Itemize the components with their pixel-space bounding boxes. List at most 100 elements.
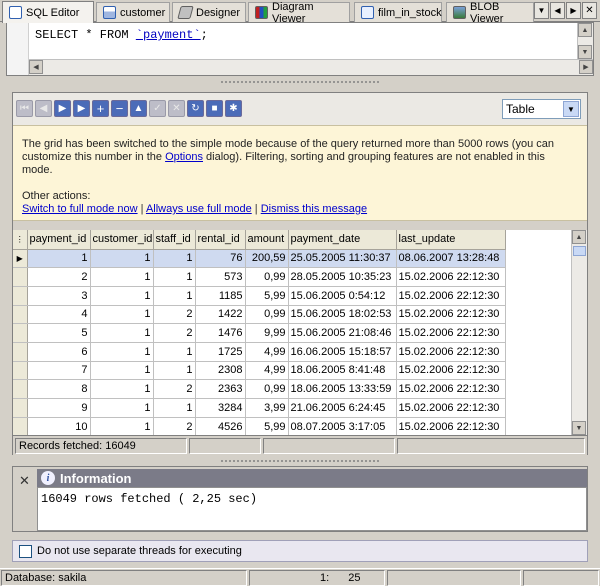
table-cell[interactable]: 4,99 bbox=[245, 361, 289, 381]
table-cell[interactable]: 5,99 bbox=[245, 417, 289, 435]
table-cell[interactable]: 1 bbox=[90, 379, 154, 399]
table-cell[interactable]: 8 bbox=[27, 379, 91, 399]
table-cell[interactable]: 0,99 bbox=[245, 305, 289, 325]
table-cell[interactable]: 15.06.2005 0:54:12 bbox=[288, 286, 397, 306]
table-cell[interactable]: 4526 bbox=[195, 417, 246, 435]
prior-page-icon[interactable]: ◀ bbox=[35, 100, 52, 117]
post-edit-icon[interactable]: ✓ bbox=[149, 100, 166, 117]
table-cell[interactable]: 21.06.2005 6:24:45 bbox=[288, 398, 397, 418]
table-cell[interactable]: 18.06.2005 13:33:59 bbox=[288, 379, 397, 399]
column-header[interactable]: amount bbox=[245, 230, 289, 250]
table-cell[interactable]: 1 bbox=[90, 267, 154, 287]
table-cell[interactable]: 1 bbox=[153, 286, 196, 306]
table-cell[interactable]: 1 bbox=[90, 417, 154, 435]
row-indicator-header[interactable]: ⋮ bbox=[13, 230, 28, 250]
tab-blob-viewer[interactable]: BLOB Viewer bbox=[446, 1, 534, 25]
table-row[interactable]: 10 1 2 4526 5,99 08.07.2005 3:17:05 15.02.2006… bbox=[13, 417, 506, 435]
next-record-icon[interactable]: ▶ bbox=[54, 100, 71, 117]
table-cell[interactable]: 4,99 bbox=[245, 342, 289, 362]
table-cell[interactable]: 15.02.2006 22:12:30 bbox=[396, 286, 506, 306]
table-cell[interactable]: 10 bbox=[27, 417, 91, 435]
tab-film-in-stock[interactable]: film_in_stock bbox=[354, 2, 442, 22]
table-row[interactable]: 7 1 1 2308 4,99 18.06.2005 8:41:48 15.02.2006 … bbox=[13, 361, 506, 381]
column-header[interactable]: payment_id bbox=[27, 230, 91, 250]
editor-splitter[interactable] bbox=[220, 80, 380, 84]
scroll-thumb[interactable] bbox=[573, 246, 586, 256]
sql-table-link[interactable]: `payment` bbox=[136, 28, 201, 42]
scroll-down-icon[interactable]: ▼ bbox=[572, 421, 586, 435]
table-cell[interactable]: 15.06.2005 18:02:53 bbox=[288, 305, 397, 325]
table-cell[interactable]: 15.06.2005 21:08:46 bbox=[288, 323, 397, 343]
separate-threads-checkbox[interactable] bbox=[19, 544, 32, 558]
separate-threads-label[interactable]: Do not use separate threads for executin… bbox=[37, 545, 242, 557]
table-cell[interactable]: 2 bbox=[153, 379, 196, 399]
table-cell[interactable]: 1422 bbox=[195, 305, 246, 325]
table-row[interactable]: 2 1 1 573 0,99 28.05.2005 10:35:23 15.02.2006 … bbox=[13, 267, 506, 287]
table-cell[interactable]: 1 bbox=[90, 342, 154, 362]
tab-sql-editor[interactable]: SQL Editor bbox=[2, 1, 94, 23]
table-cell[interactable]: 573 bbox=[195, 267, 246, 287]
close-tab-button[interactable]: ✕ bbox=[582, 2, 597, 19]
table-row[interactable]: 9 1 1 3284 3,99 21.06.2005 6:24:45 15.02.2006 … bbox=[13, 398, 506, 418]
next-page-icon[interactable]: ▶ bbox=[73, 100, 90, 117]
table-cell[interactable]: 1476 bbox=[195, 323, 246, 343]
table-cell[interactable]: 15.02.2006 22:12:30 bbox=[396, 305, 506, 325]
sql-editor[interactable]: SELECT * FROM `payment`; ▲ ▼ ◀ ▶ bbox=[6, 22, 594, 76]
column-header[interactable]: rental_id bbox=[195, 230, 246, 250]
grid-vertical-scrollbar[interactable]: ▲ ▼ bbox=[571, 230, 587, 435]
table-cell[interactable]: 0,99 bbox=[245, 267, 289, 287]
table-cell[interactable]: 3 bbox=[27, 286, 91, 306]
table-cell[interactable]: 15.02.2006 22:12:30 bbox=[396, 361, 506, 381]
table-cell[interactable]: 1 bbox=[90, 398, 154, 418]
table-cell[interactable]: 25.05.2005 11:30:37 bbox=[288, 249, 397, 269]
table-cell[interactable]: 9,99 bbox=[245, 323, 289, 343]
table-cell[interactable]: 1 bbox=[27, 249, 91, 269]
table-cell[interactable]: 1 bbox=[153, 398, 196, 418]
scroll-up-icon[interactable]: ▲ bbox=[578, 23, 592, 37]
table-row[interactable]: 3 1 1 1185 5,99 15.06.2005 0:54:12 15.02.2006 … bbox=[13, 286, 506, 306]
table-row[interactable]: 6 1 1 1725 4,99 16.06.2005 15:18:57 15.02.2006… bbox=[13, 342, 506, 362]
data-grid[interactable]: ⋮ payment_id customer_id staff_id rental… bbox=[13, 230, 587, 435]
results-splitter[interactable] bbox=[220, 459, 380, 463]
row-indicator[interactable] bbox=[13, 305, 28, 325]
table-cell[interactable]: 3284 bbox=[195, 398, 246, 418]
table-cell[interactable]: 3,99 bbox=[245, 398, 289, 418]
table-cell[interactable]: 1185 bbox=[195, 286, 246, 306]
table-cell[interactable]: 7 bbox=[27, 361, 91, 381]
table-cell[interactable]: 5,99 bbox=[245, 286, 289, 306]
table-cell[interactable]: 08.07.2005 3:17:05 bbox=[288, 417, 397, 435]
table-cell[interactable]: 15.02.2006 22:12:30 bbox=[396, 267, 506, 287]
table-cell[interactable]: 1 bbox=[153, 342, 196, 362]
cancel-edit-icon[interactable]: ✕ bbox=[168, 100, 185, 117]
table-cell[interactable]: 28.05.2005 10:35:23 bbox=[288, 267, 397, 287]
scroll-up-icon[interactable]: ▲ bbox=[572, 230, 586, 244]
table-cell[interactable]: 1 bbox=[90, 249, 154, 269]
table-cell[interactable]: 1 bbox=[90, 286, 154, 306]
table-row[interactable]: 4 1 2 1422 0,99 15.06.2005 18:02:53 15.02.2006… bbox=[13, 305, 506, 325]
table-cell[interactable]: 4 bbox=[27, 305, 91, 325]
chevron-down-icon[interactable]: ▼ bbox=[563, 101, 579, 117]
table-cell[interactable]: 0,99 bbox=[245, 379, 289, 399]
save-icon[interactable]: ■ bbox=[206, 100, 223, 117]
table-cell[interactable]: 200,59 bbox=[245, 249, 289, 269]
row-indicator[interactable] bbox=[13, 286, 28, 306]
refresh-icon[interactable]: ↻ bbox=[187, 100, 204, 117]
column-header[interactable]: customer_id bbox=[90, 230, 154, 250]
tab-dropdown-button[interactable]: ▼ bbox=[534, 2, 549, 19]
options-link[interactable]: Options bbox=[165, 151, 203, 163]
delete-record-icon[interactable]: − bbox=[111, 100, 128, 117]
row-indicator[interactable] bbox=[13, 267, 28, 287]
table-cell[interactable]: 15.02.2006 22:12:30 bbox=[396, 417, 506, 435]
row-indicator[interactable] bbox=[13, 323, 28, 343]
table-cell[interactable]: 2308 bbox=[195, 361, 246, 381]
scroll-right-icon[interactable]: ▶ bbox=[579, 60, 593, 74]
table-cell[interactable]: 1 bbox=[153, 361, 196, 381]
sql-text[interactable]: SELECT * FROM `payment`; bbox=[35, 28, 208, 42]
first-record-icon[interactable]: ⏮ bbox=[16, 100, 33, 117]
row-indicator[interactable] bbox=[13, 342, 28, 362]
table-cell[interactable]: 18.06.2005 8:41:48 bbox=[288, 361, 397, 381]
table-cell[interactable]: 1 bbox=[90, 305, 154, 325]
table-cell[interactable]: 2 bbox=[153, 323, 196, 343]
switch-full-mode-link[interactable]: Switch to full mode now bbox=[22, 203, 138, 215]
tab-designer[interactable]: Designer bbox=[172, 2, 246, 22]
